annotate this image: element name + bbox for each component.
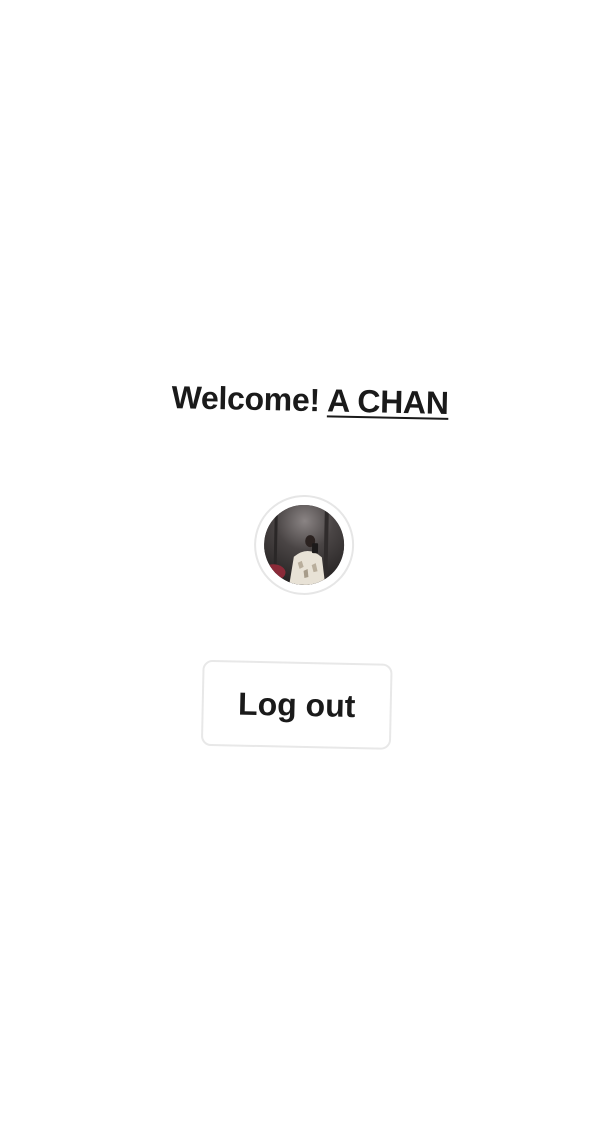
username-link[interactable]: A CHAN: [327, 382, 449, 421]
content-container: Welcome! A CHAN Log out: [0, 0, 614, 1140]
avatar-frame: [253, 493, 356, 596]
welcome-page: Welcome! A CHAN Log out: [0, 0, 614, 1140]
logout-button[interactable]: Log out: [200, 659, 393, 750]
welcome-label: Welcome!: [171, 379, 321, 419]
welcome-heading: Welcome! A CHAN: [3, 374, 614, 427]
user-photo-icon: [263, 504, 345, 586]
avatar[interactable]: [263, 504, 345, 586]
